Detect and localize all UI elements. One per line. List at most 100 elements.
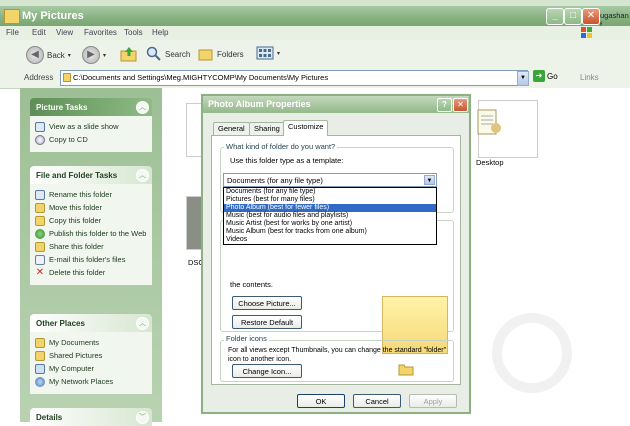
search-button[interactable]: Search	[146, 46, 190, 62]
back-button[interactable]: ◀ Back ▾	[26, 46, 71, 64]
place-my-computer[interactable]: My Computer	[35, 364, 147, 374]
dropdown-option-pictures[interactable]: Pictures (best for many files)	[224, 196, 436, 204]
place-label: Shared Pictures	[49, 351, 103, 360]
menu-item-favorites[interactable]: Favorites	[84, 28, 117, 37]
chevron-up-icon[interactable]: ︿	[136, 316, 149, 330]
up-folder-button[interactable]	[120, 45, 138, 63]
details-header[interactable]: Details ﹀	[30, 408, 152, 426]
task-label: Move this folder	[49, 203, 102, 212]
place-shared-pictures[interactable]: Shared Pictures	[35, 351, 147, 361]
folder-type-group-label: What kind of folder do you want?	[224, 142, 338, 151]
properties-dialog: Photo Album Properties ? ✕ General Shari…	[201, 94, 471, 414]
tab-customize[interactable]: Customize	[283, 120, 329, 136]
task-move-folder[interactable]: Move this folder	[35, 203, 147, 213]
close-button[interactable]: ✕	[582, 8, 600, 25]
file-label[interactable]: Desktop	[476, 158, 504, 167]
go-arrow-icon: ➜	[533, 70, 545, 82]
help-button[interactable]: ?	[437, 98, 452, 112]
toolbar: ◀ Back ▾ ▶ ▾ Search Folders ▾	[0, 40, 630, 69]
menu-item-file[interactable]: File	[6, 28, 19, 37]
folder-icons-text: For all views except Thumbnails, you can…	[228, 347, 447, 363]
task-slideshow[interactable]: View as a slide show	[35, 122, 147, 132]
window-titlebar[interactable]: My Pictures _ □ ✕ ugashan f	[0, 6, 630, 29]
cancel-button[interactable]: Cancel	[353, 394, 401, 408]
share-folder-icon	[35, 242, 45, 252]
dropdown-option-videos[interactable]: Videos	[224, 236, 436, 244]
task-pane: Picture Tasks ︿ View as a slide show Cop…	[20, 88, 162, 426]
ok-button[interactable]: OK	[297, 394, 345, 408]
dropdown-option-photo-album[interactable]: Photo Album (best for fewer files)	[224, 204, 436, 212]
forward-button[interactable]: ▶ ▾	[82, 46, 106, 64]
folder-template-select[interactable]: Documents (for any file type) ▼	[223, 173, 437, 187]
panel-title: Details	[36, 412, 63, 422]
maximize-button[interactable]: □	[564, 8, 582, 25]
dropdown-option-music-artist[interactable]: Music Artist (best for works by one arti…	[224, 220, 436, 228]
links-label[interactable]: Links	[580, 73, 599, 82]
dialog-close-button[interactable]: ✕	[453, 98, 468, 112]
menu-item-view[interactable]: View	[56, 28, 73, 37]
address-dropdown-button[interactable]: ▼	[517, 71, 529, 86]
task-label: View as a slide show	[49, 122, 119, 131]
folders-label: Folders	[217, 49, 244, 59]
chevron-up-icon[interactable]: ︿	[136, 100, 149, 114]
folder-icon	[63, 73, 71, 82]
folders-button[interactable]: Folders	[198, 46, 244, 62]
views-button[interactable]: ▾	[256, 46, 280, 60]
window-title: My Pictures	[22, 10, 84, 22]
folder-template-dropdown: Documents (for any file type) Pictures (…	[223, 187, 437, 245]
chevron-up-icon[interactable]: ︿	[136, 168, 149, 182]
tab-sharing[interactable]: Sharing	[249, 122, 285, 135]
task-email-files[interactable]: E-mail this folder's files	[35, 255, 147, 265]
dialog-title: Photo Album Properties	[208, 99, 311, 109]
slideshow-icon	[35, 122, 45, 132]
menu-item-edit[interactable]: Edit	[32, 28, 46, 37]
task-rename-folder[interactable]: Rename this folder	[35, 190, 147, 200]
place-my-network[interactable]: My Network Places	[35, 377, 147, 387]
restore-default-button[interactable]: Restore Default	[232, 315, 302, 329]
go-button[interactable]: ➜ Go	[533, 70, 558, 82]
file-folder-tasks-panel: File and Folder Tasks ︿ Rename this fold…	[30, 166, 152, 285]
other-places-header[interactable]: Other Places ︿	[30, 314, 152, 332]
task-delete-folder[interactable]: ✕ Delete this folder	[35, 268, 147, 278]
menu-item-help[interactable]: Help	[152, 28, 168, 37]
file-folder-tasks-header[interactable]: File and Folder Tasks ︿	[30, 166, 152, 184]
dialog-titlebar[interactable]: Photo Album Properties ? ✕	[203, 96, 469, 113]
apply-button[interactable]: Apply	[409, 394, 457, 408]
windows-logo-icon	[576, 26, 598, 40]
move-folder-icon	[35, 203, 45, 213]
task-copy-folder[interactable]: Copy this folder	[35, 216, 147, 226]
address-input[interactable]: C:\Documents and Settings\Meg.MIGHTYCOMP…	[60, 70, 528, 86]
dropdown-option-music-album[interactable]: Music Album (best for tracks from one al…	[224, 228, 436, 236]
dropdown-option-documents[interactable]: Documents (for any file type)	[224, 188, 436, 196]
template-label: Use this folder type as a template:	[230, 156, 344, 165]
tab-general[interactable]: General	[213, 122, 250, 135]
task-publish-folder[interactable]: Publish this folder to the Web	[35, 229, 147, 239]
globe-icon	[35, 229, 45, 239]
minimize-button[interactable]: _	[546, 8, 564, 25]
other-places-panel: Other Places ︿ My Documents Shared Pictu…	[30, 314, 152, 394]
task-label: Share this folder	[49, 242, 104, 251]
back-label: Back	[47, 50, 65, 60]
task-label: Delete this folder	[49, 268, 106, 277]
watermark-shape	[492, 313, 572, 393]
menu-item-tools[interactable]: Tools	[124, 28, 143, 37]
change-icon-button[interactable]: Change Icon...	[232, 364, 302, 378]
place-label: My Documents	[49, 338, 100, 347]
place-my-documents[interactable]: My Documents	[35, 338, 147, 348]
task-share-folder[interactable]: Share this folder	[35, 242, 147, 252]
address-label: Address	[24, 73, 54, 82]
cd-icon	[35, 135, 45, 145]
chevron-down-icon[interactable]: ▼	[424, 175, 435, 185]
dropdown-option-music[interactable]: Music (best for audio files and playlist…	[224, 212, 436, 220]
task-label: Rename this folder	[49, 190, 112, 199]
folder-up-icon	[120, 47, 137, 62]
choose-picture-button[interactable]: Choose Picture...	[232, 296, 302, 310]
go-label: Go	[547, 71, 558, 81]
contents-text: the contents.	[230, 280, 273, 289]
picture-tasks-header[interactable]: Picture Tasks ︿	[30, 98, 152, 116]
copy-folder-icon	[35, 216, 45, 226]
task-copy-to-cd[interactable]: Copy to CD	[35, 135, 147, 145]
network-icon	[35, 377, 45, 387]
details-panel: Details ﹀	[30, 408, 152, 426]
desktop-shortcut-icon[interactable]	[472, 106, 506, 142]
